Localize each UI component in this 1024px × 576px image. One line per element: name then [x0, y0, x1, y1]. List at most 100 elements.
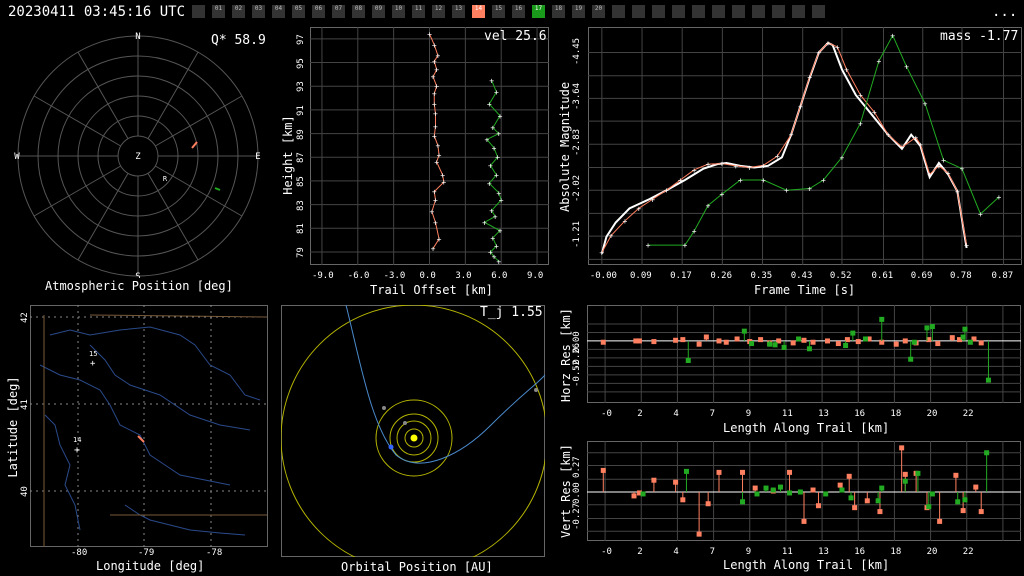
- camera-cell[interactable]: 20: [592, 5, 605, 18]
- orange-point: [651, 339, 657, 345]
- orange-point: [651, 477, 657, 483]
- orange-point: [855, 339, 861, 345]
- orange-point: +: [432, 100, 437, 109]
- orange-point: +: [761, 161, 766, 170]
- orange-point: +: [835, 43, 840, 52]
- camera-cell[interactable]: 12: [432, 5, 445, 18]
- hres-xtick: 7: [709, 409, 715, 419]
- map-frame: [30, 305, 268, 547]
- orange-point: +: [441, 178, 446, 187]
- camera-cell[interactable]: [812, 5, 825, 18]
- orange-point: +: [433, 218, 438, 227]
- orange-point: +: [775, 152, 780, 161]
- camera-cell[interactable]: [752, 5, 765, 18]
- green-point: [806, 346, 812, 352]
- green-point: +: [498, 112, 503, 121]
- mag-ytick: -3.64: [572, 83, 582, 111]
- camera-cell[interactable]: 07: [332, 5, 345, 18]
- camera-cell[interactable]: 10: [392, 5, 405, 18]
- camera-cell[interactable]: 08: [352, 5, 365, 18]
- camera-cell[interactable]: [712, 5, 725, 18]
- map-xtick: -78: [206, 548, 223, 558]
- map-site-14-label: 14: [73, 436, 81, 444]
- camera-cell[interactable]: 15: [492, 5, 505, 18]
- green-point: [839, 487, 845, 493]
- orange-point: [752, 485, 758, 491]
- orange-point: [953, 472, 959, 478]
- height-ytick: 87: [296, 152, 306, 164]
- camera-cell[interactable]: [732, 5, 745, 18]
- map-xtick: -80: [71, 548, 88, 558]
- camera-cell[interactable]: [792, 5, 805, 18]
- vres-xtick: 4: [673, 547, 679, 557]
- orange-point: +: [918, 140, 923, 149]
- hres-xtick: 11: [781, 409, 793, 419]
- green-point: +: [738, 176, 743, 185]
- hres-xtick: 2: [637, 409, 643, 419]
- orange-point: +: [609, 232, 614, 241]
- orange-point: [902, 338, 908, 344]
- mag-xtick: 0.61: [871, 271, 894, 281]
- height-ytick: 97: [296, 33, 306, 45]
- vres-xtick: 11: [781, 547, 793, 557]
- camera-cell[interactable]: 11: [412, 5, 425, 18]
- orange-point: [673, 479, 679, 485]
- camera-cell[interactable]: 02: [232, 5, 245, 18]
- orange-point: +: [955, 187, 960, 196]
- green-point: [772, 342, 778, 348]
- green-point: [879, 316, 885, 322]
- camera-cell[interactable]: 03: [252, 5, 265, 18]
- camera-cell[interactable]: [672, 5, 685, 18]
- vres-xtick: 9: [745, 547, 752, 557]
- green-point: +: [498, 227, 503, 236]
- orange-point: +: [432, 132, 437, 141]
- mag-ytick: -2.83: [572, 129, 582, 157]
- camera-cell[interactable]: 18: [552, 5, 565, 18]
- green-point: [902, 478, 908, 484]
- height-xtick: 0.0: [419, 271, 436, 281]
- green-point: [850, 330, 856, 336]
- camera-cell[interactable]: [192, 5, 205, 18]
- orbit-rings: [281, 305, 545, 557]
- camera-cell[interactable]: 17: [532, 5, 545, 18]
- map-coastline: [44, 414, 81, 531]
- orange-point: [825, 338, 831, 344]
- camera-cell[interactable]: 05: [292, 5, 305, 18]
- camera-cell[interactable]: [632, 5, 645, 18]
- height-stat: vel 25.6: [484, 29, 547, 44]
- camera-cell[interactable]: 04: [272, 5, 285, 18]
- orbit-sun: [410, 434, 418, 442]
- camera-cell[interactable]: 09: [372, 5, 385, 18]
- green-point: +: [496, 130, 501, 139]
- camera-cell[interactable]: 01: [212, 5, 225, 18]
- orange-point: +: [719, 160, 724, 169]
- height-ytick: 81: [296, 223, 306, 235]
- camera-cell[interactable]: [652, 5, 665, 18]
- camera-cell[interactable]: 19: [572, 5, 585, 18]
- camera-cell[interactable]: [612, 5, 625, 18]
- camera-cell[interactable]: 06: [312, 5, 325, 18]
- green-point: [843, 343, 849, 349]
- vres-xtick: 16: [854, 547, 866, 557]
- orange-point: [716, 469, 722, 475]
- green-point: [777, 484, 783, 490]
- camera-cell[interactable]: [692, 5, 705, 18]
- orange-point: [600, 339, 606, 345]
- orange-point: +: [433, 122, 438, 131]
- hres-xtick: 18: [890, 409, 902, 419]
- green-point: [640, 491, 646, 497]
- hres-xtick: 20: [926, 409, 938, 419]
- menu-button[interactable]: ...: [992, 4, 1017, 20]
- green-point: [955, 499, 961, 505]
- camera-cell[interactable]: 16: [512, 5, 525, 18]
- map-border: [89, 314, 268, 318]
- camera-cell[interactable]: [772, 5, 785, 18]
- camera-cell[interactable]: 14: [472, 5, 485, 18]
- vres-xtick: 7: [709, 547, 715, 557]
- camera-cell[interactable]: 13: [452, 5, 465, 18]
- green-point: [781, 344, 787, 350]
- orange-point: +: [650, 195, 655, 204]
- height-ytick: 93: [296, 81, 306, 93]
- hres-xtick: 22: [962, 409, 974, 419]
- mag-xtick: 0.87: [991, 271, 1014, 281]
